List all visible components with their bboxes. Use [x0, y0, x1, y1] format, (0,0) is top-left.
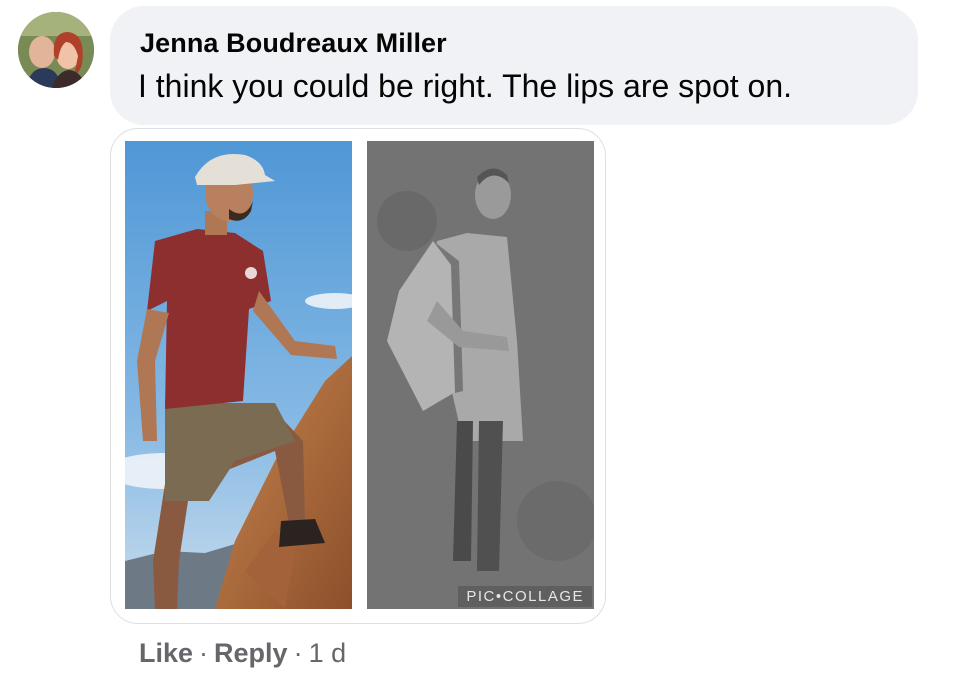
separator: · — [199, 638, 209, 668]
reply-button[interactable]: Reply — [214, 638, 288, 668]
comment-text: I think you could be right. The lips are… — [138, 68, 793, 104]
comment-bubble: Jenna Boudreaux Miller I think you could… — [110, 6, 918, 125]
photo-trailcam-right: PIC•COLLAGE — [367, 141, 594, 609]
comment-author-name[interactable]: Jenna Boudreaux Miller — [140, 28, 447, 59]
comment-actions: Like · Reply · 1 d — [139, 638, 346, 669]
author-avatar[interactable] — [18, 12, 94, 88]
avatar-photo — [18, 12, 94, 88]
comment-photo-attachment[interactable]: PIC•COLLAGE — [110, 128, 606, 624]
like-button[interactable]: Like — [139, 638, 193, 668]
comment-timestamp[interactable]: 1 d — [309, 638, 347, 668]
separator: · — [293, 638, 303, 668]
pic-collage-watermark: PIC•COLLAGE — [458, 586, 592, 607]
photo-hiker-left — [125, 141, 352, 609]
